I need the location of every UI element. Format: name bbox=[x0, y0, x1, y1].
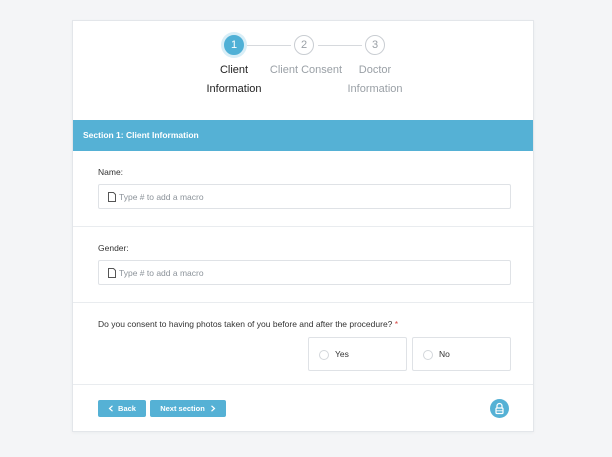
step-connector bbox=[318, 45, 362, 46]
step-1-indicator[interactable]: 1 bbox=[224, 35, 244, 55]
step-2-indicator[interactable]: 2 bbox=[294, 35, 314, 55]
radio-icon[interactable] bbox=[423, 350, 433, 360]
gender-label: Gender: bbox=[98, 243, 129, 253]
lock-button[interactable] bbox=[490, 399, 509, 418]
name-input-placeholder: Type # to add a macro bbox=[119, 192, 204, 202]
step-3-label[interactable]: Doctor Information bbox=[345, 61, 405, 99]
name-input[interactable]: Type # to add a macro bbox=[98, 184, 511, 209]
step-3-label-line2: Information bbox=[347, 83, 403, 95]
consent-question: Do you consent to having photos taken of… bbox=[98, 319, 398, 329]
radio-icon[interactable] bbox=[319, 350, 329, 360]
step-3-label-line1: Doctor bbox=[358, 64, 392, 76]
document-icon bbox=[108, 268, 116, 278]
next-section-button-label: Next section bbox=[160, 404, 205, 413]
divider bbox=[73, 384, 533, 385]
step-1-label-line2: Information bbox=[206, 83, 262, 95]
step-1-label-line1: Client bbox=[219, 64, 249, 76]
back-button[interactable]: Back bbox=[98, 400, 146, 417]
lock-icon bbox=[495, 402, 504, 415]
consent-question-text: Do you consent to having photos taken of… bbox=[98, 319, 393, 329]
divider bbox=[73, 226, 533, 227]
step-2-label[interactable]: Client Consent bbox=[268, 61, 344, 80]
required-marker: * bbox=[394, 319, 399, 329]
consent-option-no[interactable]: No bbox=[412, 337, 511, 371]
consent-option-yes-label: Yes bbox=[335, 349, 349, 359]
step-2-label-line1: Client Consent bbox=[269, 64, 343, 76]
step-connector bbox=[247, 45, 291, 46]
stepper: 1 2 3 Client Information Client Consent … bbox=[73, 21, 533, 121]
section-header: Section 1: Client Information bbox=[73, 120, 533, 151]
gender-input[interactable]: Type # to add a macro bbox=[98, 260, 511, 285]
consent-option-yes[interactable]: Yes bbox=[308, 337, 407, 371]
document-icon bbox=[108, 192, 116, 202]
name-label: Name: bbox=[98, 167, 124, 177]
next-section-button[interactable]: Next section bbox=[150, 400, 226, 417]
chevron-left-icon bbox=[108, 404, 113, 412]
form-card: 1 2 3 Client Information Client Consent … bbox=[72, 20, 534, 432]
back-button-label: Back bbox=[118, 404, 136, 413]
step-1-label[interactable]: Client Information bbox=[204, 61, 264, 99]
step-3-indicator[interactable]: 3 bbox=[365, 35, 385, 55]
gender-input-placeholder: Type # to add a macro bbox=[119, 268, 204, 278]
chevron-right-icon bbox=[210, 404, 216, 412]
divider bbox=[73, 302, 533, 303]
consent-option-no-label: No bbox=[439, 349, 450, 359]
